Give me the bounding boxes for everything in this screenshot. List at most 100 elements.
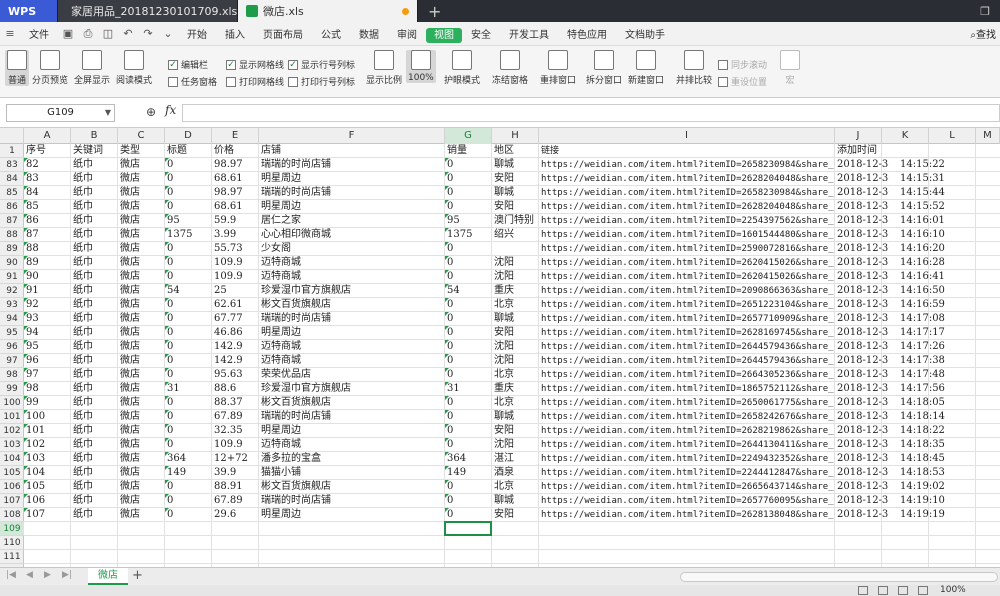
column-header-H[interactable]: H [492,128,539,144]
data-cell[interactable]: 92 [24,298,71,312]
menu-tab-10[interactable]: 文档助手 [616,30,674,41]
menu-tab-9[interactable]: 特色应用 [558,30,616,41]
data-cell[interactable]: 0 [165,368,212,382]
data-cell[interactable]: 88.91 [212,480,259,494]
last-sheet-icon[interactable]: ▶| [62,570,72,580]
header-cell[interactable]: 关键词 [71,144,118,158]
data-cell[interactable]: 364 [165,452,212,466]
data-cell[interactable]: 聊城 [492,494,539,508]
data-cell[interactable]: 微店 [118,214,165,228]
data-cell[interactable]: 0 [445,494,492,508]
data-cell[interactable]: 微店 [118,326,165,340]
data-cell[interactable]: 聊城 [492,158,539,172]
full-screen-button[interactable]: 全屏显示 [74,50,110,86]
data-cell[interactable]: https://weidian.com/item.html?itemID=264… [539,354,835,368]
window-restore-icon[interactable]: ❐ [970,0,1000,22]
file-tab-home-goods[interactable]: 家居用品_20181230101709.xls▭ [58,0,247,22]
name-box[interactable]: G109 ▼ [6,104,115,122]
data-cell[interactable]: 29.6 [212,508,259,522]
data-cell[interactable]: 87 [24,228,71,242]
data-cell[interactable]: 纸巾 [71,312,118,326]
data-cell[interactable]: 酒泉 [492,466,539,480]
data-cell[interactable]: 0 [445,200,492,214]
column-header-M[interactable]: M [976,128,1000,144]
data-cell[interactable]: 沈阳 [492,438,539,452]
data-cell[interactable]: 14:17:17 [898,326,958,340]
menu-file[interactable]: 文件 [20,26,58,41]
column-header-A[interactable]: A [24,128,71,144]
data-cell[interactable]: 0 [445,242,492,256]
data-cell[interactable]: 纸巾 [71,172,118,186]
data-cell[interactable]: https://weidian.com/item.html?itemID=264… [539,340,835,354]
data-cell[interactable]: 0 [445,354,492,368]
chevron-down-icon[interactable]: ▼ [105,105,111,121]
data-cell[interactable]: 2018-12-30 [835,298,889,312]
header-cell[interactable]: 序号 [24,144,71,158]
menu-tab-1[interactable]: 插入 [216,30,254,41]
row-header[interactable]: 109 [0,522,24,536]
header-cell[interactable]: 添加时间 [835,144,882,158]
data-cell[interactable]: 迈特商城 [259,270,445,284]
data-cell[interactable]: 微店 [118,228,165,242]
formula-input[interactable] [182,104,1000,122]
data-cell[interactable]: 0 [165,270,212,284]
data-cell[interactable]: 微店 [118,186,165,200]
row-header[interactable]: 100 [0,396,24,410]
data-cell[interactable]: 微店 [118,410,165,424]
data-cell[interactable]: 纸巾 [71,424,118,438]
file-tab-weidian[interactable]: 微店.xls [238,0,418,22]
data-cell[interactable]: 纸巾 [71,186,118,200]
row-header[interactable]: 1 [0,144,24,158]
data-cell[interactable]: 88.37 [212,396,259,410]
split-window-button[interactable]: 拆分窗口 [586,50,622,86]
data-cell[interactable]: 北京 [492,480,539,494]
header-cell[interactable]: 标题 [165,144,212,158]
data-cell[interactable]: 106 [24,494,71,508]
data-cell[interactable]: 2018-12-30 [835,200,889,214]
data-cell[interactable]: 瑞瑞的时尚店铺 [259,410,445,424]
data-cell[interactable]: 纸巾 [71,494,118,508]
data-cell[interactable]: 0 [165,424,212,438]
data-cell[interactable]: 14:15:44 [898,186,958,200]
data-cell[interactable]: 14:15:22 [898,158,958,172]
arrange-windows-button[interactable]: 重排窗口 [540,50,576,86]
column-header-J[interactable]: J [835,128,882,144]
data-cell[interactable]: 微店 [118,284,165,298]
data-cell[interactable]: https://weidian.com/item.html?itemID=266… [539,480,835,494]
data-cell[interactable]: 2018-12-30 [835,354,889,368]
data-cell[interactable]: 2018-12-30 [835,242,889,256]
data-cell[interactable]: 纸巾 [71,298,118,312]
data-cell[interactable]: 89 [24,256,71,270]
data-cell[interactable]: 31 [445,382,492,396]
row-header[interactable]: 89 [0,242,24,256]
menu-tab-4[interactable]: 数据 [350,30,388,41]
data-cell[interactable]: 90 [24,270,71,284]
cell-grid[interactable]: 序号 关键词 类型 标题 价格 店铺 销量 地区 链接 添加时间 82 纸巾 微店 0 98.97 瑞瑞的时尚… [24,144,1000,567]
compare-side-by-side-button[interactable]: 并排比较 [676,50,712,86]
data-cell[interactable]: 纸巾 [71,326,118,340]
data-cell[interactable]: 迈特商城 [259,256,445,270]
data-cell[interactable]: https://weidian.com/item.html?itemID=209… [539,284,835,298]
data-cell[interactable]: 109.9 [212,438,259,452]
data-cell[interactable]: 2018-12-30 [835,284,889,298]
data-cell[interactable]: 微店 [118,438,165,452]
reset-position-button[interactable]: 重设位置 [718,75,767,88]
header-cell[interactable]: 店铺 [259,144,445,158]
data-cell[interactable]: 31 [165,382,212,396]
data-cell[interactable]: 微店 [118,242,165,256]
data-cell[interactable]: 沈阳 [492,340,539,354]
new-tab-plus-icon[interactable]: + [418,0,451,22]
customize-toolbar-icon[interactable]: ⌄ [161,27,175,41]
data-cell[interactable]: 82 [24,158,71,172]
data-cell[interactable]: 14:17:26 [898,340,958,354]
data-cell[interactable]: 39.9 [212,466,259,480]
sheet-tab-weidian[interactable]: 微店 [88,568,128,585]
data-cell[interactable]: 54 [445,284,492,298]
data-cell[interactable]: 微店 [118,382,165,396]
data-cell[interactable]: 迈特商城 [259,354,445,368]
data-cell[interactable]: 0 [445,480,492,494]
data-cell[interactable]: 100 [24,410,71,424]
select-all-corner[interactable] [0,128,24,144]
data-cell[interactable]: 0 [445,270,492,284]
data-cell[interactable]: 0 [445,256,492,270]
